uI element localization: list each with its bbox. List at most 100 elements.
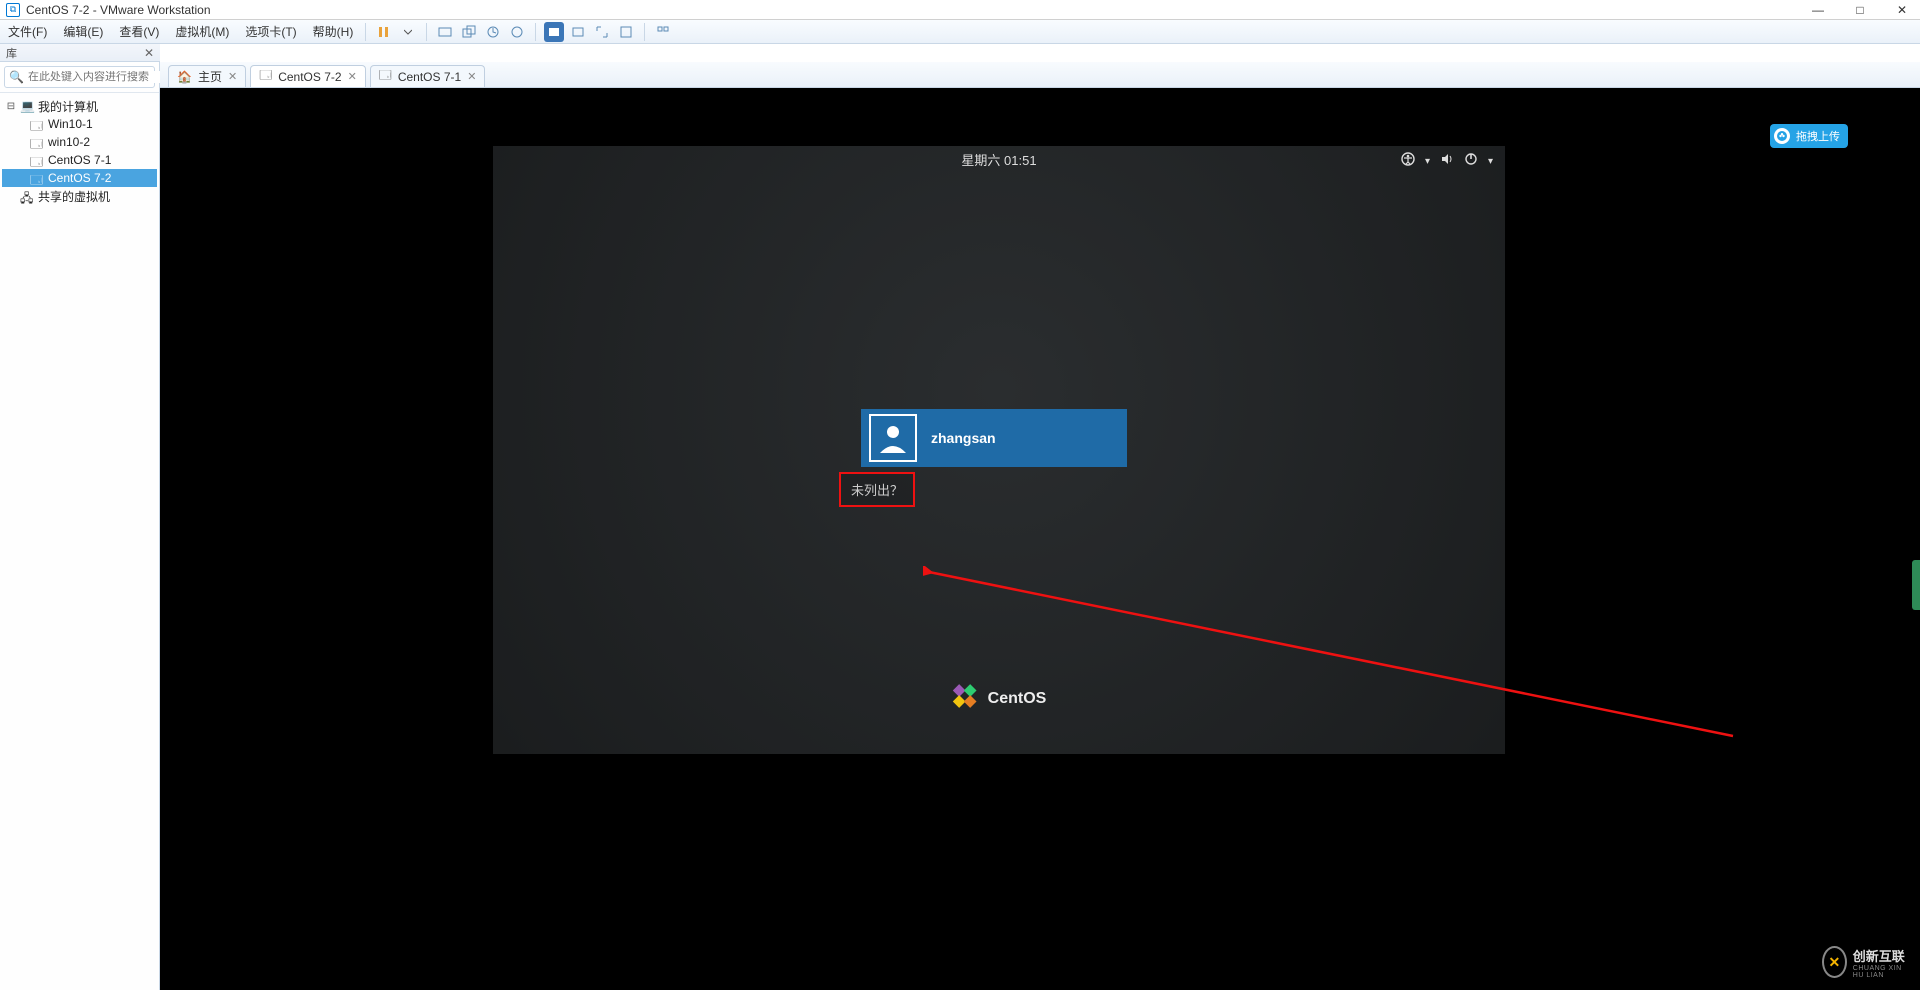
centos-logo: CentOS	[952, 683, 1047, 714]
snapshot-manager-button[interactable]	[459, 22, 479, 42]
window-controls: — □ ✕	[1806, 3, 1914, 17]
maximize-button[interactable]: □	[1848, 3, 1872, 17]
vm-icon: 🗔	[30, 135, 44, 149]
tree-node-win10-1[interactable]: 🗔 Win10-1	[2, 115, 157, 133]
menu-help[interactable]: 帮助(H)	[305, 20, 362, 43]
search-box[interactable]: 🔍 ▾	[4, 66, 155, 88]
pause-button[interactable]	[374, 22, 394, 42]
tab-label: CentOS 7-2	[278, 70, 341, 84]
menu-view[interactable]: 查看(V)	[111, 20, 167, 43]
tree-node-win10-2[interactable]: 🗔 win10-2	[2, 133, 157, 151]
guest-screen[interactable]: 星期六 01:51 ▾ ▾ zhangsan 未列出？	[493, 146, 1505, 754]
guest-topbar: 星期六 01:51	[493, 146, 1505, 172]
guest-status-icons: ▾ ▾	[1401, 152, 1493, 171]
upload-badge-label: 拖拽上传	[1796, 128, 1840, 144]
search-icon: 🔍	[9, 70, 24, 84]
content: 🏠 主页 ✕ 🗔 CentOS 7-2 ✕ 🗔 CentOS 7-1 ✕ 星期六…	[160, 62, 1920, 990]
console-view-button[interactable]	[544, 22, 564, 42]
app-icon: ⧉	[6, 3, 20, 17]
vm-view[interactable]: 星期六 01:51 ▾ ▾ zhangsan 未列出？	[160, 88, 1920, 990]
search-wrap: 🔍 ▾	[0, 62, 159, 93]
library-tree: ⊟ 💻 我的计算机 🗔 Win10-1 🗔 win10-2 🗔 CentOS 7…	[0, 93, 159, 209]
fullscreen-button[interactable]	[592, 22, 612, 42]
tree-root-label: 我的计算机	[38, 98, 98, 115]
vm-icon: 🗔	[379, 66, 392, 87]
shared-vm-icon: 🖧	[20, 189, 34, 203]
tree-node-label: Win10-1	[48, 117, 93, 131]
centos-icon	[952, 683, 978, 714]
titlebar: ⧉ CentOS 7-2 - VMware Workstation — □ ✕	[0, 0, 1920, 20]
tree-root-label: 共享的虚拟机	[38, 188, 110, 205]
cx-brand-sub: CHUANG XIN HU LIAN	[1853, 965, 1914, 979]
library-label: 库	[6, 45, 17, 61]
menu-tabs[interactable]: 选项卡(T)	[237, 20, 304, 43]
vm-icon: 🗔	[30, 117, 44, 131]
tab-home[interactable]: 🏠 主页 ✕	[168, 65, 246, 87]
separator	[365, 23, 366, 41]
power-icon[interactable]	[1464, 152, 1478, 171]
tab-centos-7-2[interactable]: 🗔 CentOS 7-2 ✕	[250, 65, 366, 87]
centos-brand-label: CentOS	[988, 690, 1047, 708]
upload-badge[interactable]: 拖拽上传	[1770, 124, 1848, 148]
accessibility-icon[interactable]	[1401, 152, 1415, 171]
library-close-button[interactable]: ✕	[144, 46, 154, 60]
close-button[interactable]: ✕	[1890, 3, 1914, 17]
toolbar-dropdown[interactable]	[398, 22, 418, 42]
cx-logo-icon: ✕	[1822, 946, 1847, 978]
unity-button[interactable]	[568, 22, 588, 42]
not-listed-button[interactable]: 未列出？	[839, 472, 915, 507]
tab-close-button[interactable]: ✕	[467, 70, 476, 83]
twisty-icon[interactable]: ⊟	[6, 101, 16, 112]
login-user-card[interactable]: zhangsan	[861, 409, 1127, 467]
main: 🔍 ▾ ⊟ 💻 我的计算机 🗔 Win10-1 🗔 win10-2 🗔 Cent	[0, 62, 1920, 990]
tab-close-button[interactable]: ✕	[348, 70, 357, 83]
tree-node-label: CentOS 7-1	[48, 153, 111, 167]
menu-vm[interactable]: 虚拟机(M)	[167, 20, 237, 43]
tab-label: CentOS 7-1	[398, 70, 461, 84]
separator	[426, 23, 427, 41]
snapshot-button[interactable]	[435, 22, 455, 42]
search-input[interactable]	[28, 71, 170, 83]
clock-button[interactable]	[507, 22, 527, 42]
tree-root-my-computer[interactable]: ⊟ 💻 我的计算机	[2, 97, 157, 115]
thumbnail-button[interactable]	[653, 22, 673, 42]
tab-close-button[interactable]: ✕	[228, 70, 237, 83]
separator	[644, 23, 645, 41]
annotation-arrow	[923, 566, 1743, 746]
twisty-icon[interactable]	[6, 191, 16, 202]
chevron-down-icon[interactable]: ▾	[1488, 156, 1493, 167]
tree-root-shared[interactable]: 🖧 共享的虚拟机	[2, 187, 157, 205]
right-panel-handle[interactable]	[1912, 560, 1920, 610]
tree-node-centos-7-1[interactable]: 🗔 CentOS 7-1	[2, 151, 157, 169]
login-username: zhangsan	[931, 430, 996, 446]
menu-edit[interactable]: 编辑(E)	[55, 20, 111, 43]
cx-brand-title: 创新互联	[1853, 946, 1914, 965]
volume-icon[interactable]	[1440, 152, 1454, 171]
cx-watermark: ✕ 创新互联 CHUANG XIN HU LIAN	[1822, 940, 1914, 984]
vm-icon: 🗔	[259, 66, 272, 87]
tab-label: 主页	[198, 68, 222, 85]
library-header: 库 ✕	[0, 44, 160, 62]
minimize-button[interactable]: —	[1806, 3, 1830, 17]
cloud-icon	[1774, 128, 1790, 144]
stretch-button[interactable]	[616, 22, 636, 42]
home-icon: 🏠	[177, 70, 192, 84]
tabs-row: 🏠 主页 ✕ 🗔 CentOS 7-2 ✕ 🗔 CentOS 7-1 ✕	[160, 62, 1920, 88]
guest-datetime: 星期六 01:51	[961, 150, 1036, 169]
menu-file[interactable]: 文件(F)	[0, 20, 55, 43]
user-avatar-icon	[869, 414, 917, 462]
tree-node-label: win10-2	[48, 135, 90, 149]
separator	[535, 23, 536, 41]
window-title: CentOS 7-2 - VMware Workstation	[26, 3, 211, 17]
menubar: 文件(F) 编辑(E) 查看(V) 虚拟机(M) 选项卡(T) 帮助(H)	[0, 20, 1920, 44]
tree-node-label: CentOS 7-2	[48, 171, 111, 185]
chevron-down-icon[interactable]: ▾	[1425, 156, 1430, 167]
vm-icon: 🗔	[30, 171, 44, 185]
tree-node-centos-7-2[interactable]: 🗔 CentOS 7-2	[2, 169, 157, 187]
sidebar: 🔍 ▾ ⊟ 💻 我的计算机 🗔 Win10-1 🗔 win10-2 🗔 Cent	[0, 62, 160, 990]
revert-button[interactable]	[483, 22, 503, 42]
tab-centos-7-1[interactable]: 🗔 CentOS 7-1 ✕	[370, 65, 486, 87]
computer-icon: 💻	[20, 99, 34, 113]
toolbar	[370, 22, 673, 42]
vm-icon: 🗔	[30, 153, 44, 167]
